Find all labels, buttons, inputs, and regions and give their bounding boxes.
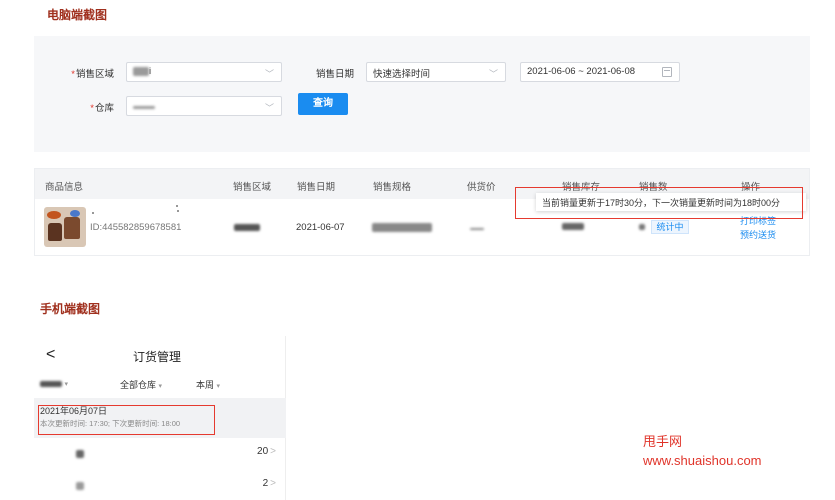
col-supply-price: 供货价 <box>467 182 496 193</box>
product-thumbnail <box>44 207 86 247</box>
chevron-down-icon: ﹀ <box>264 103 274 113</box>
mobile-warehouse-filter[interactable]: 全部仓库 ▾ <box>120 378 162 391</box>
col-sale-date: 销售日期 <box>297 182 336 193</box>
region-redacted <box>133 66 149 76</box>
desktop-section-title: 电脑端截图 <box>47 8 108 22</box>
mobile-section-title: 手机端截图 <box>40 302 101 316</box>
warehouse-label: *仓库 <box>90 103 114 114</box>
query-button[interactable]: 查询 <box>298 93 348 115</box>
mobile-period-filter[interactable]: 本周 ▾ <box>196 378 220 391</box>
back-icon[interactable]: < <box>46 346 55 364</box>
region-cell-redacted <box>234 224 260 231</box>
warehouse-redacted <box>133 105 155 109</box>
price-cell-redacted <box>470 228 484 230</box>
mobile-highlight-box <box>38 405 215 435</box>
book-delivery-link[interactable]: 预约送货 <box>740 228 776 241</box>
col-region: 销售区域 <box>233 182 272 193</box>
status-badge: 统计中 <box>651 220 689 234</box>
mobile-page-title: 订货管理 <box>133 350 182 364</box>
calendar-icon <box>662 67 672 77</box>
chevron-down-icon: ﹀ <box>488 69 498 79</box>
list-item[interactable]: 2 > <box>34 472 286 498</box>
quick-time-select[interactable]: 快速选择时间 ﹀ <box>366 62 506 82</box>
sale-date-label: 销售日期 <box>315 69 354 80</box>
sales-count-redacted <box>639 224 645 230</box>
filter-panel: *销售区域 i ﹀ *仓库 ﹀ 销售日期 快速选择时间 ﹀ 2021-06-06… <box>34 36 810 152</box>
highlight-box <box>515 187 803 219</box>
stock-cell-redacted <box>562 223 584 230</box>
spec-cell-redacted <box>372 223 432 232</box>
product-id: ID:445582859678581 <box>90 222 182 233</box>
col-product-info: 商品信息 <box>45 182 84 193</box>
region-label: *销售区域 <box>71 69 114 80</box>
watermark-url: www.shuaishou.com <box>643 453 762 468</box>
watermark-name: 甩手网 <box>643 434 683 449</box>
warehouse-select[interactable]: ﹀ <box>126 96 282 116</box>
region-select[interactable]: i ﹀ <box>126 62 282 82</box>
list-item[interactable]: 20 > <box>34 440 286 466</box>
sale-date-cell: 2021-06-07 <box>296 222 345 233</box>
chevron-down-icon: ﹀ <box>264 69 274 79</box>
mobile-region-filter[interactable]: ▾ <box>40 378 68 388</box>
col-spec: 销售规格 <box>373 182 412 193</box>
date-range-picker[interactable]: 2021-06-06 ~ 2021-06-08 <box>520 62 680 82</box>
